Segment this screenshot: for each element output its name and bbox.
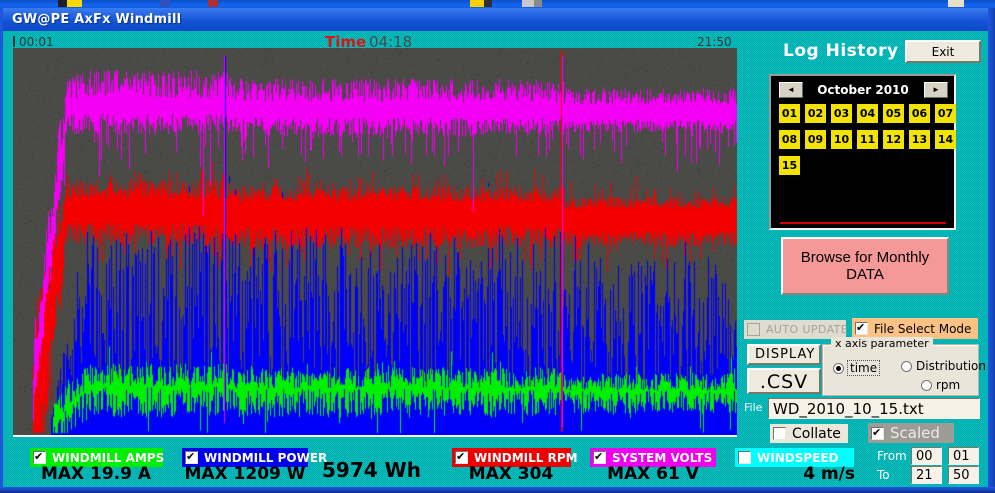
- calendar: ◄ October 2010 ► 01 02 03 04 05 06 07 08 09 10 11 1…: [769, 74, 956, 230]
- radio-time-label: time: [848, 361, 879, 375]
- calendar-day-02[interactable]: 02: [805, 104, 826, 123]
- time-end-label: 21:50: [697, 35, 732, 49]
- windmill-rpm-checkbox-box[interactable]: [455, 451, 468, 464]
- background-icon-fragment: [67, 0, 82, 7]
- calendar-day-05[interactable]: 05: [883, 104, 904, 123]
- radio-rpm-circle[interactable]: [921, 380, 932, 391]
- chevron-left-icon: ◄: [787, 85, 795, 94]
- calendar-day-01[interactable]: 01: [779, 104, 800, 123]
- app-screen: GW@PE AxFx Windmill 00:01 Time 04:18 21:…: [0, 0, 995, 493]
- windmill-chart[interactable]: [13, 48, 737, 437]
- to-hour-input[interactable]: [911, 466, 942, 484]
- radio-time[interactable]: time: [833, 361, 879, 375]
- calendar-day-04[interactable]: 04: [857, 104, 878, 123]
- system-volts-checkbox-box[interactable]: [593, 451, 606, 464]
- calendar-days: 010203040506070809101112131415: [779, 104, 951, 176]
- display-button[interactable]: DISPLAY: [747, 344, 821, 365]
- calendar-divider: [780, 222, 946, 224]
- exit-button[interactable]: Exit: [905, 40, 981, 63]
- background-icon-fragment: [534, 0, 542, 7]
- x-axis-parameter-group-label: x axis parameter: [831, 337, 933, 350]
- windmill-amps-max: MAX 19.9 A: [21, 464, 171, 484]
- scaled-label: Scaled: [890, 424, 940, 442]
- windspeed-value: 4 m/s: [765, 464, 855, 484]
- collate-checkbox-box[interactable]: [773, 427, 786, 440]
- background-icon-fragment: [484, 0, 492, 7]
- window-border: [0, 8, 3, 493]
- calendar-day-07[interactable]: 07: [935, 104, 956, 123]
- calendar-prev-month-button[interactable]: ◄: [779, 82, 803, 98]
- window-title: GW@PE AxFx Windmill: [12, 12, 181, 27]
- background-icon-fragment: [522, 0, 534, 7]
- background-icon-fragment: [948, 0, 964, 7]
- calendar-next-month-button[interactable]: ►: [924, 82, 948, 98]
- background-icon-fragment: [470, 0, 484, 7]
- radio-distribution[interactable]: Distribution: [901, 359, 986, 373]
- axis-start-tick: [13, 36, 15, 47]
- chevron-right-icon: ►: [932, 85, 940, 94]
- windspeed-checkbox-box[interactable]: [738, 451, 751, 464]
- windmill-amps-label: WINDMILL AMPS: [52, 451, 164, 465]
- auto-update-label: AUTO UPDATE: [766, 323, 848, 336]
- system-volts-label: SYSTEM VOLTS: [612, 451, 712, 465]
- browse-button-line2: DATA: [789, 266, 941, 283]
- file-select-mode-checkbox[interactable]: File Select Mode: [852, 318, 978, 339]
- radio-distribution-circle[interactable]: [901, 361, 912, 372]
- file-name-input[interactable]: [768, 398, 980, 419]
- csv-button[interactable]: .CSV: [747, 368, 821, 394]
- from-label: From: [877, 449, 907, 463]
- energy-total: 5974 Wh: [322, 458, 421, 482]
- title-bar[interactable]: GW@PE AxFx Windmill: [3, 8, 988, 31]
- calendar-day-15[interactable]: 15: [779, 156, 800, 175]
- windmill-power-max: MAX 1209 W: [170, 464, 320, 484]
- radio-rpm-label: rpm: [936, 378, 960, 392]
- calendar-day-14[interactable]: 14: [935, 130, 956, 149]
- browse-monthly-data-button[interactable]: Browse for Monthly DATA: [781, 237, 949, 295]
- radio-distribution-label: Distribution: [916, 359, 986, 373]
- auto-update-checkbox-box[interactable]: [747, 323, 760, 336]
- file-field-label: File: [744, 401, 762, 414]
- collate-label: Collate: [792, 426, 841, 442]
- collate-checkbox[interactable]: Collate: [770, 424, 848, 443]
- scaled-checkbox[interactable]: Scaled: [868, 423, 954, 443]
- background-icon-fragment: [160, 0, 170, 7]
- windmill-rpm-max: MAX 304: [436, 464, 586, 484]
- browse-button-line1: Browse for Monthly: [789, 249, 941, 266]
- radio-rpm[interactable]: rpm: [921, 378, 960, 392]
- calendar-day-10[interactable]: 10: [831, 130, 852, 149]
- from-minute-input[interactable]: [948, 447, 979, 465]
- windspeed-label: WINDSPEED: [757, 451, 839, 465]
- calendar-day-08[interactable]: 08: [779, 130, 800, 149]
- log-history-title: Log History: [783, 41, 899, 61]
- calendar-month-title: October 2010: [803, 83, 923, 97]
- calendar-day-11[interactable]: 11: [857, 130, 878, 149]
- background-icon-fragment: [58, 0, 67, 7]
- file-select-mode-checkbox-box[interactable]: [855, 322, 868, 335]
- to-minute-input[interactable]: [948, 466, 979, 484]
- to-label: To: [877, 468, 890, 482]
- calendar-day-13[interactable]: 13: [909, 130, 930, 149]
- window-border: [988, 8, 995, 493]
- background-icon-fragment: [208, 0, 218, 7]
- windmill-power-checkbox-box[interactable]: [185, 451, 198, 464]
- from-hour-input[interactable]: [911, 447, 942, 465]
- system-volts-max: MAX 61 V: [578, 464, 728, 484]
- windmill-rpm-label: WINDMILL RPM: [474, 451, 578, 465]
- file-select-mode-label: File Select Mode: [874, 322, 971, 336]
- scaled-checkbox-box[interactable]: [871, 427, 884, 440]
- x-axis-parameter-group: x axis parameter time Distribution rpm: [822, 344, 979, 396]
- windmill-chart-canvas[interactable]: [13, 48, 737, 435]
- radio-time-circle[interactable]: [833, 363, 844, 374]
- calendar-day-09[interactable]: 09: [805, 130, 826, 149]
- windmill-amps-checkbox-box[interactable]: [33, 451, 46, 464]
- window-border: [0, 487, 995, 493]
- windmill-power-label: WINDMILL POWER: [204, 451, 327, 465]
- calendar-day-12[interactable]: 12: [883, 130, 904, 149]
- time-start-label: 00:01: [19, 35, 54, 49]
- calendar-day-06[interactable]: 06: [909, 104, 930, 123]
- calendar-day-03[interactable]: 03: [831, 104, 852, 123]
